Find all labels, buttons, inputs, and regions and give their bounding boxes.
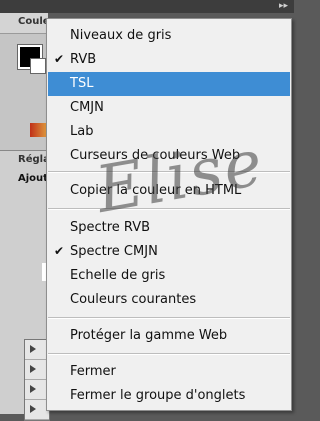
menu-item-label: Protéger la gamme Web [70,328,228,343]
panel-options-menu: Niveaux de gris ✔ RVB TSL CMJN Lab Curse… [46,18,292,411]
panel-top-bar: ▸▸ [0,0,294,13]
tab-couleur-label: Coule [18,16,50,27]
tab-couleur[interactable]: Coule [0,13,50,34]
menu-item-couleurs-courantes[interactable]: Couleurs courantes [48,288,290,312]
menu-item-label: Fermer le groupe d'onglets [70,388,246,403]
checkmark-icon: ✔ [54,244,65,258]
menu-item-label: Echelle de gris [70,268,166,283]
menu-item-label: Spectre RVB [70,220,151,235]
menu-item-proteger-gamme-web[interactable]: Protéger la gamme Web [48,324,290,348]
menu-item-curseurs-web[interactable]: Curseurs de couleurs Web [48,144,290,168]
menu-item-label: Lab [70,124,94,139]
checkmark-icon: ✔ [54,52,65,66]
menu-item-fermer-groupe[interactable]: Fermer le groupe d'onglets [48,384,290,408]
menu-item-label: Fermer [70,364,116,379]
double-arrow-icon[interactable]: ▸▸ [279,1,288,11]
menu-item-spectre-rvb[interactable]: Spectre RVB [48,216,290,240]
adjustments-heading: Ajout [18,173,48,184]
menu-item-cmjn[interactable]: CMJN [48,96,290,120]
menu-item-label: Couleurs courantes [70,292,197,307]
menu-item-label: RVB [70,52,97,67]
menu-separator [48,171,290,173]
menu-item-niveaux-de-gris[interactable]: Niveaux de gris [48,24,290,48]
menu-item-label: Copier la couleur en HTML [70,183,242,198]
menu-item-echelle-de-gris[interactable]: Echelle de gris [48,264,290,288]
menu-item-label: Spectre CMJN [70,244,158,259]
menu-separator [48,353,290,355]
menu-item-spectre-cmjn[interactable]: ✔ Spectre CMJN [48,240,290,264]
menu-item-label: CMJN [70,100,104,115]
menu-item-label: Niveaux de gris [70,28,172,43]
color-panel: Coule Régla Ajout [0,13,50,421]
menu-item-copier-html[interactable]: Copier la couleur en HTML [48,179,290,203]
menu-separator [48,208,290,210]
menu-item-label: TSL [70,76,94,91]
menu-item-lab[interactable]: Lab [48,120,290,144]
background-color-swatch[interactable] [30,58,46,74]
menu-item-tsl[interactable]: TSL [48,72,290,96]
menu-separator [48,317,290,319]
menu-item-fermer[interactable]: Fermer [48,360,290,384]
menu-item-rvb[interactable]: ✔ RVB [48,48,290,72]
menu-item-label: Curseurs de couleurs Web [70,148,241,163]
